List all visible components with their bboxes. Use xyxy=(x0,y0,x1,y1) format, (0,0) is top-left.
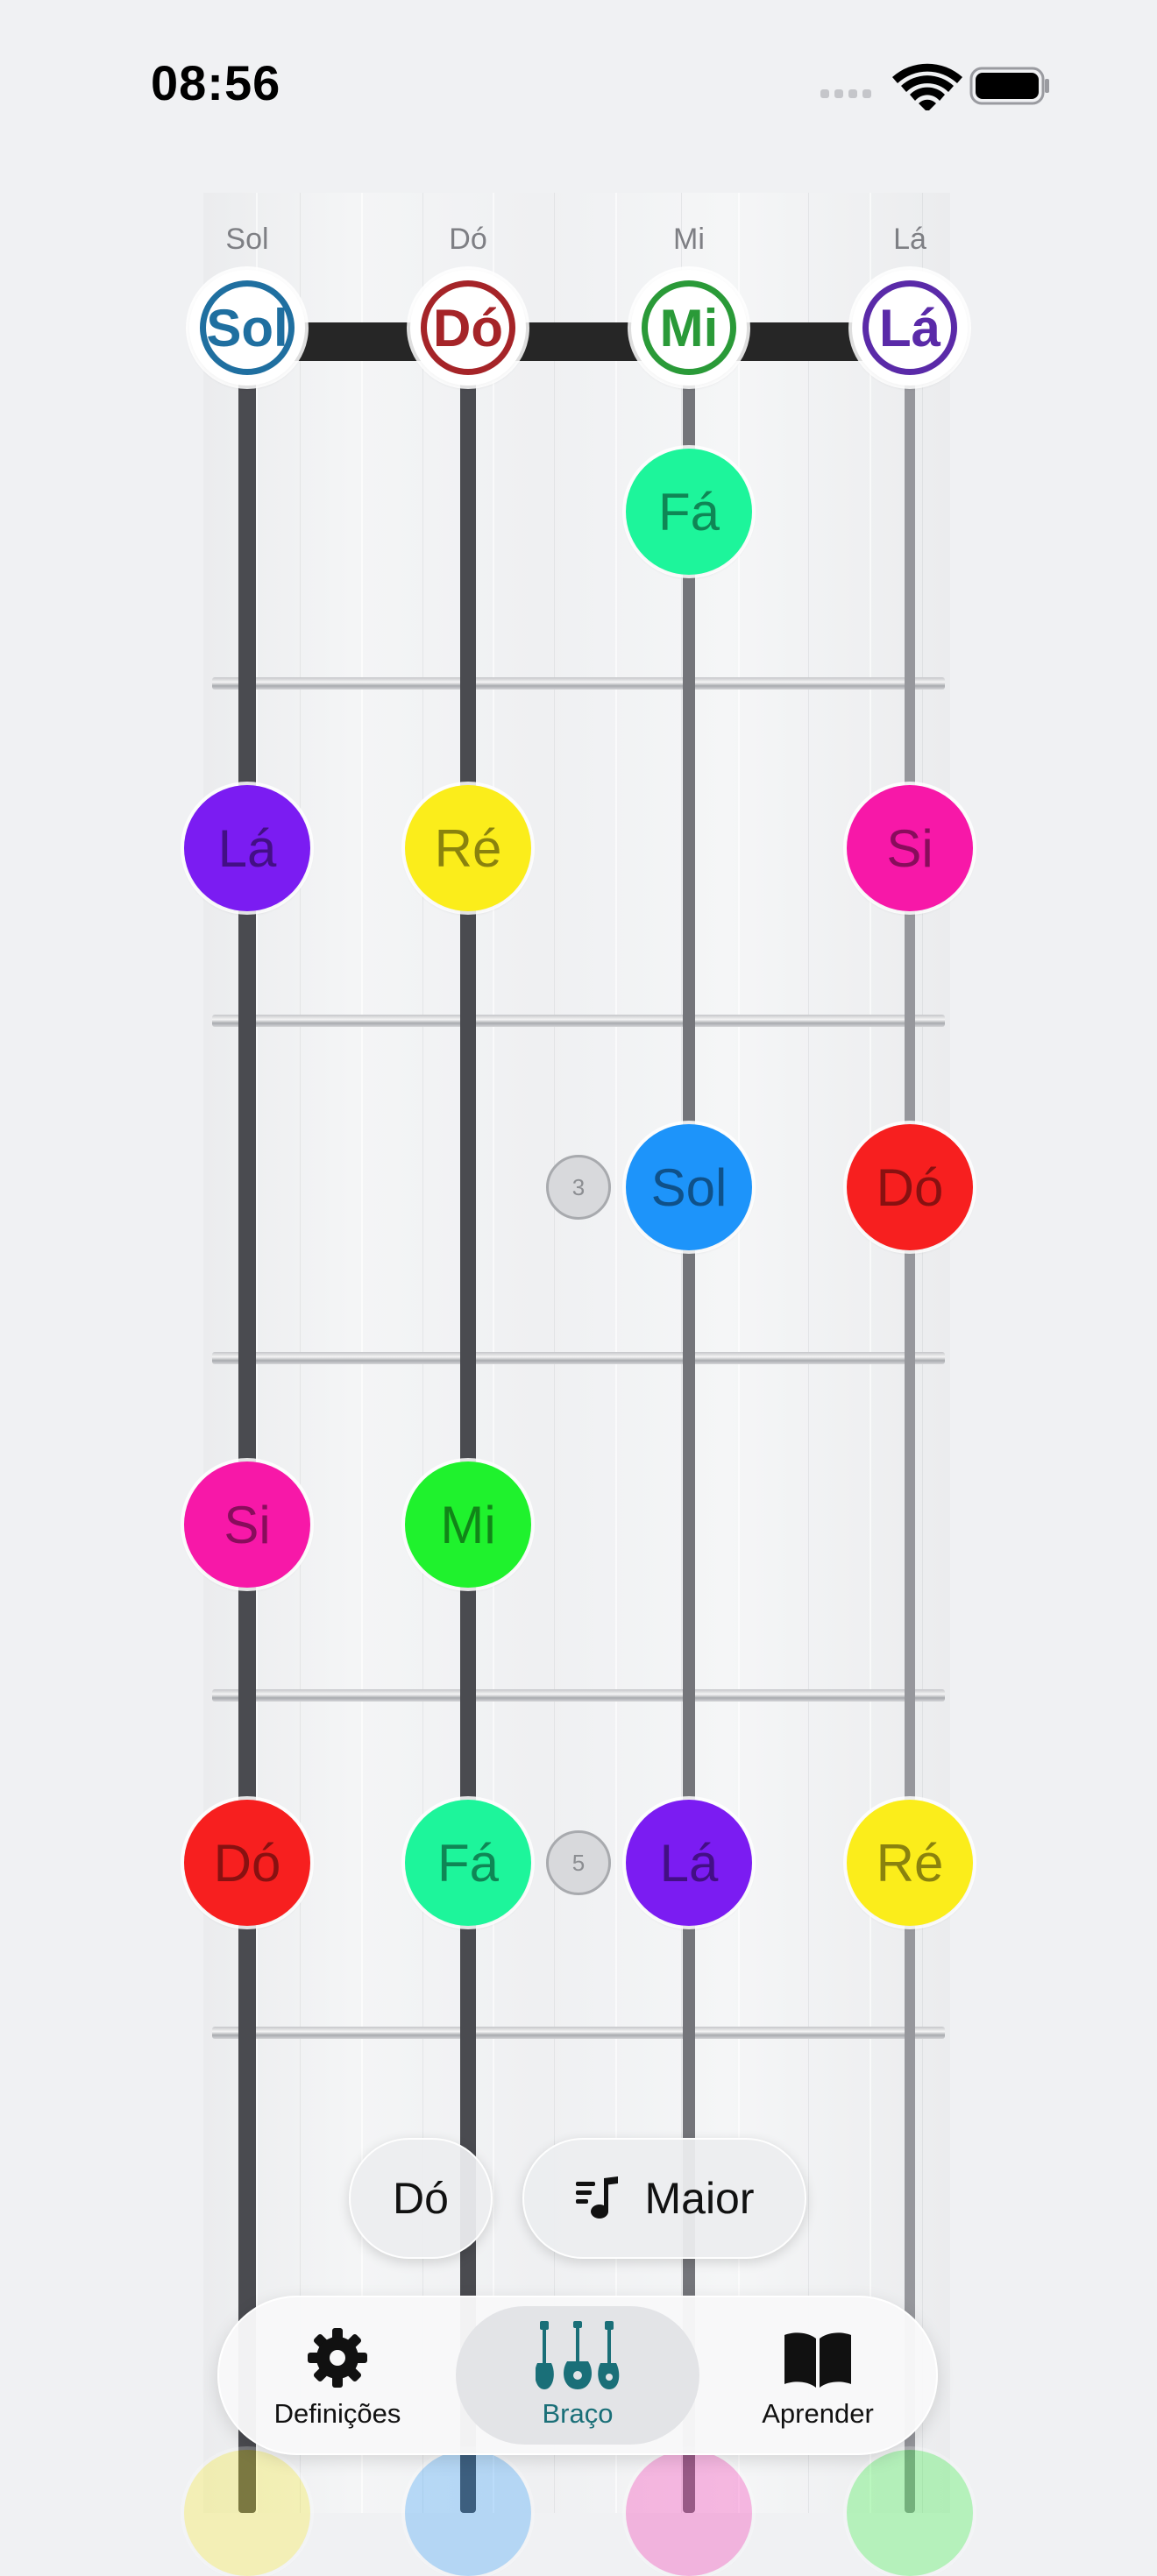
tab-label: Aprender xyxy=(762,2398,874,2429)
tab-definicoes[interactable]: Definições xyxy=(217,2296,458,2455)
fret-note[interactable] xyxy=(626,2450,752,2576)
note-label: Sol xyxy=(206,298,288,357)
fret-wire xyxy=(212,1689,945,1702)
scale-label: Maior xyxy=(644,2174,755,2223)
root-note-label: Dó xyxy=(393,2174,449,2223)
scale-button[interactable]: Maior xyxy=(522,2138,806,2259)
open-string-note[interactable]: Dó xyxy=(410,270,526,386)
open-string-note[interactable]: Lá xyxy=(852,270,968,386)
fret-note[interactable]: Sol xyxy=(626,1124,752,1250)
note-label: Lá xyxy=(659,1833,719,1893)
note-label: Fá xyxy=(437,1833,500,1893)
string-4 xyxy=(905,350,915,2513)
tab-label: Definições xyxy=(273,2398,401,2429)
open-string-label: Lá xyxy=(893,223,926,256)
fret-note[interactable]: Lá xyxy=(626,1800,752,1926)
fret-wire xyxy=(212,1352,945,1364)
fret-note[interactable]: Dó xyxy=(184,1800,310,1926)
note-label: Lá xyxy=(217,818,277,878)
fret-note[interactable]: Si xyxy=(184,1461,310,1588)
battery-icon xyxy=(969,67,1049,105)
fret-note[interactable]: Dó xyxy=(847,1124,973,1250)
status-time: 08:56 xyxy=(151,55,281,110)
ukulele-icon xyxy=(536,2321,620,2391)
note-label: Fá xyxy=(657,482,720,541)
cellular-signal-icon xyxy=(820,89,871,98)
fret-note[interactable] xyxy=(847,2450,973,2576)
fret-note[interactable] xyxy=(184,2450,310,2576)
fret-marker: 5 xyxy=(546,1830,611,1895)
note-label: Mi xyxy=(440,1495,496,1554)
fret-wire xyxy=(212,677,945,690)
note-label: Si xyxy=(224,1495,271,1554)
fret-note[interactable]: Si xyxy=(847,785,973,911)
tab-braco[interactable]: Braço xyxy=(458,2296,698,2455)
open-string-note[interactable]: Sol xyxy=(189,270,305,386)
fret-note[interactable]: Lá xyxy=(184,785,310,911)
open-string-label: Mi xyxy=(673,223,705,256)
nut xyxy=(247,322,910,361)
note-label: Sol xyxy=(650,1157,728,1217)
note-label: Ré xyxy=(434,818,502,878)
music-note-list-icon xyxy=(574,2175,621,2222)
tab-label: Braço xyxy=(542,2398,614,2429)
note-label: Mi xyxy=(659,298,719,357)
root-note-button[interactable]: Dó xyxy=(349,2138,493,2259)
gear-icon xyxy=(304,2321,371,2391)
note-label: Si xyxy=(886,818,933,878)
note-label: Dó xyxy=(213,1833,281,1893)
fret-wire xyxy=(212,2027,945,2039)
tab-bar: Definições Braço Aprender xyxy=(217,2296,938,2455)
note-label: Dó xyxy=(876,1157,944,1217)
note-label: Dó xyxy=(433,298,503,357)
fret-note[interactable] xyxy=(405,2450,531,2576)
fret-note[interactable]: Ré xyxy=(405,785,531,911)
fret-note[interactable]: Fá xyxy=(626,449,752,575)
wifi-icon xyxy=(892,63,962,112)
fret-note[interactable]: Mi xyxy=(405,1461,531,1588)
note-label: Lá xyxy=(878,298,941,357)
open-string-label: Dó xyxy=(449,223,487,256)
tab-aprender[interactable]: Aprender xyxy=(698,2296,938,2455)
fret-marker: 3 xyxy=(546,1155,611,1220)
status-icons xyxy=(815,58,1052,112)
note-label: Ré xyxy=(876,1833,944,1893)
string-1 xyxy=(238,350,256,2513)
fret-wire xyxy=(212,1015,945,1027)
book-icon xyxy=(781,2321,855,2391)
open-string-label: Sol xyxy=(225,223,269,256)
fret-note[interactable]: Fá xyxy=(405,1800,531,1926)
fret-note[interactable]: Ré xyxy=(847,1800,973,1926)
open-string-note[interactable]: Mi xyxy=(631,270,747,386)
